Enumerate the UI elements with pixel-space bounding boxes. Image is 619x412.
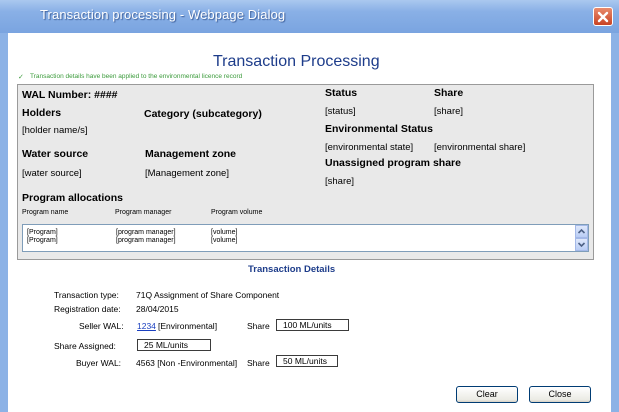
dialog-window: Transaction processing - Webpage Dialog … (0, 0, 619, 412)
water-source-label: Water source (22, 148, 89, 160)
wal-number: WAL Number: #### (22, 89, 118, 101)
share-value: [share] (434, 106, 464, 117)
share-label: Share (434, 87, 464, 99)
scroll-up-button[interactable] (575, 225, 588, 238)
share-assigned-field[interactable]: 25 ML/units (137, 339, 211, 351)
category-label: Category (subcategory) (144, 108, 262, 120)
status-label: Status (325, 87, 358, 99)
program-allocations-title: Program allocations (22, 192, 123, 204)
check-icon: ✓ (18, 74, 24, 81)
program-name-cell: [Program] (27, 237, 58, 244)
environmental-status-label: Environmental Status (325, 123, 433, 135)
buyer-share-field: 50 ML/units (276, 355, 338, 367)
transaction-details-title: Transaction Details (248, 264, 336, 275)
dialog-content: Transaction Processing ✓ Transaction det… (8, 33, 611, 412)
buyer-share-label: Share (247, 358, 270, 368)
holders-label: Holders (22, 107, 62, 119)
column-header-program-manager: Program manager (115, 209, 172, 216)
seller-wal-link[interactable]: 1234 (137, 321, 156, 331)
title-bar[interactable]: Transaction processing - Webpage Dialog (0, 0, 619, 33)
buyer-wal-label: Buyer WAL: (76, 358, 122, 368)
scroll-down-button[interactable] (575, 238, 588, 251)
program-volume-cell: [volume] (211, 237, 238, 244)
registration-date-value: 28/04/2015 (136, 304, 179, 314)
management-zone-label: Management zone (145, 148, 237, 160)
water-source-value: [water source] (22, 168, 82, 179)
wal-info-panel: WAL Number: #### Holders [holder name/s]… (17, 84, 594, 260)
close-button[interactable]: Close (529, 386, 591, 403)
seller-wal-label: Seller WAL: (79, 321, 124, 331)
program-list-scrollbar[interactable] (575, 225, 588, 251)
chevron-up-icon (577, 228, 586, 234)
chevron-down-icon (577, 242, 586, 248)
transaction-type-value: 71Q Assignment of Share Component (136, 290, 280, 300)
window-close-button[interactable] (593, 7, 613, 26)
column-header-program-volume: Program volume (211, 209, 263, 216)
clear-button[interactable]: Clear (456, 386, 518, 403)
environmental-state-value: [environmental state] (325, 142, 414, 153)
program-manager-cell: [program manager] (116, 229, 176, 236)
management-zone-value: [Management zone] (145, 168, 229, 179)
window-frame-right (611, 33, 619, 412)
program-volume-cell: [volume] (211, 229, 238, 236)
unassigned-share-label: Unassigned program share (325, 157, 461, 169)
share-assigned-label: Share Assigned: (54, 341, 116, 351)
program-name-cell: [Program] (27, 229, 58, 236)
seller-share-label: Share (247, 321, 270, 331)
page-title: Transaction Processing (213, 53, 380, 70)
program-manager-cell: [program manager] (116, 237, 176, 244)
window-frame-left (0, 33, 8, 412)
column-header-program-name: Program name (22, 209, 69, 216)
buyer-wal-value: 4563 [Non -Environmental] (136, 358, 238, 368)
seller-wal-type: [Environmental] (158, 321, 218, 331)
unassigned-share-value: [share] (325, 176, 355, 187)
program-allocations-list[interactable]: [Program] [program manager] [volume] [Pr… (22, 224, 589, 252)
holders-value: [holder name/s] (22, 125, 88, 136)
window-title: Transaction processing - Webpage Dialog (40, 7, 286, 22)
confirmation-message: Transaction details have been applied to… (30, 73, 243, 80)
environmental-share-value: [environmental share] (434, 142, 526, 153)
status-value: [status] (325, 106, 356, 117)
transaction-type-label: Transaction type: (54, 290, 119, 300)
close-icon (597, 11, 609, 23)
registration-date-label: Registration date: (54, 304, 121, 314)
seller-share-field: 100 ML/units (276, 319, 349, 331)
